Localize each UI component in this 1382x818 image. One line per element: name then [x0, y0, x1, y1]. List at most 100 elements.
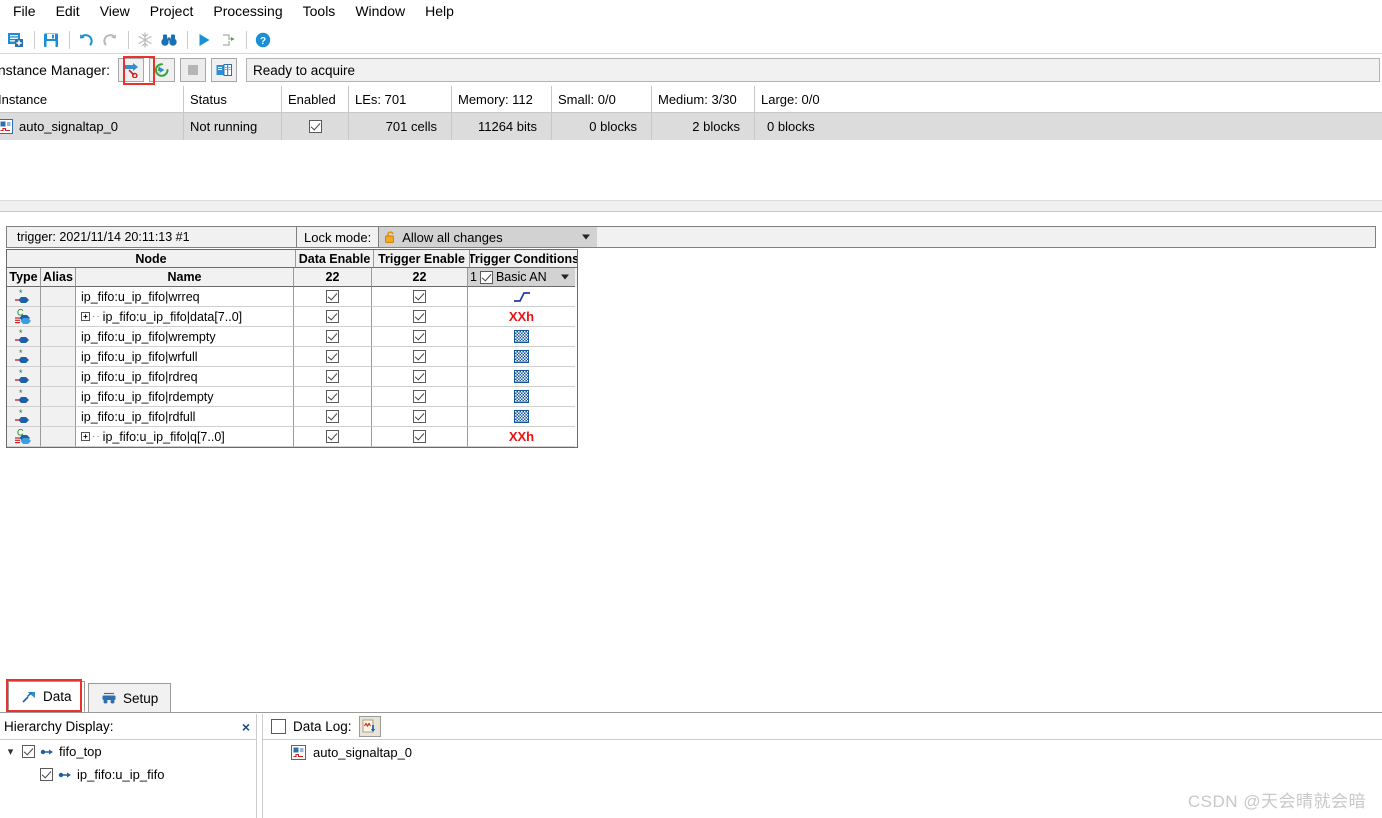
menu-item-tools[interactable]: Tools	[293, 1, 346, 21]
node-trigger-enable-cell[interactable]	[372, 347, 468, 367]
lock-mode-dropdown[interactable]: Allow all changes	[379, 227, 598, 247]
chevron-down-icon[interactable]: ▾	[4, 745, 17, 758]
table-row[interactable]: C + ·· ip_fifo:u_ip_fifo|q[7..0] XXh	[7, 427, 577, 447]
col-header-data-enable[interactable]: Data Enable	[296, 250, 374, 268]
data-enable-checkbox[interactable]	[326, 370, 339, 383]
data-enable-checkbox[interactable]	[326, 430, 339, 443]
condition-enable-checkbox[interactable]	[479, 270, 493, 284]
tab-setup[interactable]: Setup	[88, 683, 172, 712]
dont-care-icon[interactable]	[514, 390, 529, 403]
node-alias-cell[interactable]	[41, 327, 76, 347]
table-row[interactable]: * ip_fifo:u_ip_fifo|wrempty	[7, 327, 577, 347]
node-alias-cell[interactable]	[41, 347, 76, 367]
node-trigger-condition-cell[interactable]	[468, 287, 575, 307]
recompile-icon[interactable]	[217, 29, 239, 51]
col-header-node[interactable]: Node	[7, 250, 296, 268]
trigger-enable-checkbox[interactable]	[413, 370, 426, 383]
node-data-enable-cell[interactable]	[294, 407, 372, 427]
instance-enabled-cell[interactable]	[282, 113, 349, 140]
expand-icon[interactable]: +	[81, 312, 90, 321]
data-enable-checkbox[interactable]	[326, 390, 339, 403]
node-trigger-condition-cell[interactable]	[468, 327, 575, 347]
instance-name-cell[interactable]: auto_signaltap_0	[0, 113, 184, 140]
trigger-enable-checkbox[interactable]	[413, 410, 426, 423]
col-header-les[interactable]: LEs: 701	[349, 86, 452, 112]
col-header-name[interactable]: Name	[76, 268, 294, 287]
node-trigger-condition-cell[interactable]	[468, 367, 575, 387]
save-icon[interactable]	[40, 29, 62, 51]
chevron-down-icon[interactable]	[582, 234, 591, 240]
node-trigger-enable-cell[interactable]	[372, 367, 468, 387]
new-signaltap-file-icon[interactable]	[5, 29, 27, 51]
node-trigger-condition-cell[interactable]: XXh	[468, 427, 575, 447]
menu-item-project[interactable]: Project	[140, 1, 204, 21]
trigger-enable-checkbox[interactable]	[413, 290, 426, 303]
node-alias-cell[interactable]	[41, 367, 76, 387]
node-data-enable-cell[interactable]	[294, 327, 372, 347]
node-name-cell[interactable]: ip_fifo:u_ip_fifo|rdreq	[76, 367, 294, 387]
menu-item-window[interactable]: Window	[345, 1, 415, 21]
table-row[interactable]: * ip_fifo:u_ip_fifo|rdempty	[7, 387, 577, 407]
read-data-button[interactable]	[210, 58, 237, 82]
menu-item-view[interactable]: View	[90, 1, 140, 21]
list-item[interactable]: ▾ fifo_top	[0, 740, 256, 763]
trigger-enable-checkbox[interactable]	[413, 430, 426, 443]
run-analysis-icon[interactable]	[193, 29, 215, 51]
node-data-enable-cell[interactable]	[294, 427, 372, 447]
table-row[interactable]: * ip_fifo:u_ip_fifo|rdreq	[7, 367, 577, 387]
menu-item-processing[interactable]: Processing	[203, 1, 292, 21]
node-name-cell[interactable]: ip_fifo:u_ip_fifo|rdempty	[76, 387, 294, 407]
enabled-checkbox[interactable]	[308, 120, 322, 133]
dont-care-icon[interactable]	[514, 410, 529, 423]
tab-data[interactable]: Data	[8, 681, 85, 712]
node-trigger-enable-cell[interactable]	[372, 387, 468, 407]
list-item[interactable]: ip_fifo:u_ip_fifo	[0, 763, 256, 786]
node-data-enable-cell[interactable]	[294, 307, 372, 327]
node-name-cell[interactable]: ip_fifo:u_ip_fifo|rdfull	[76, 407, 294, 427]
trigger-enable-checkbox[interactable]	[413, 310, 426, 323]
node-data-enable-cell[interactable]	[294, 287, 372, 307]
trigger-enable-checkbox[interactable]	[413, 390, 426, 403]
table-row[interactable]: C + ·· ip_fifo:u_ip_fifo|data[7..0] XXh	[7, 307, 577, 327]
menu-item-edit[interactable]: Edit	[46, 1, 90, 21]
node-trigger-enable-cell[interactable]	[372, 407, 468, 427]
col-header-trigger-conditions[interactable]: Trigger Conditions	[470, 250, 577, 268]
table-row[interactable]: * ip_fifo:u_ip_fifo|wrfull	[7, 347, 577, 367]
col-header-small[interactable]: Small: 0/0	[552, 86, 652, 112]
col-header-status[interactable]: Status	[184, 86, 282, 112]
menu-item-help[interactable]: Help	[415, 1, 464, 21]
save-data-log-button[interactable]	[358, 716, 381, 737]
node-data-enable-cell[interactable]	[294, 387, 372, 407]
node-trigger-enable-cell[interactable]	[372, 307, 468, 327]
col-header-enabled[interactable]: Enabled	[282, 86, 349, 112]
node-alias-cell[interactable]	[41, 287, 76, 307]
data-log-checkbox[interactable]	[271, 719, 286, 734]
col-header-type[interactable]: Type	[7, 268, 41, 287]
node-alias-cell[interactable]	[41, 407, 76, 427]
autorun-analysis-button[interactable]	[148, 58, 175, 82]
table-row[interactable]: * ip_fifo:u_ip_fifo|wrreq	[7, 287, 577, 307]
node-alias-cell[interactable]	[41, 427, 76, 447]
node-trigger-condition-cell[interactable]	[468, 387, 575, 407]
node-trigger-enable-cell[interactable]	[372, 327, 468, 347]
node-data-enable-cell[interactable]	[294, 347, 372, 367]
dont-care-icon[interactable]	[514, 330, 529, 343]
node-trigger-enable-cell[interactable]	[372, 427, 468, 447]
hierarchy-checkbox[interactable]	[40, 768, 53, 781]
node-alias-cell[interactable]	[41, 307, 76, 327]
node-trigger-condition-cell[interactable]: XXh	[468, 307, 575, 327]
node-name-cell[interactable]: ip_fifo:u_ip_fifo|wrempty	[76, 327, 294, 347]
hex-value-label[interactable]: XXh	[509, 309, 534, 324]
find-icon[interactable]	[158, 29, 180, 51]
node-name-cell[interactable]: + ·· ip_fifo:u_ip_fifo|q[7..0]	[76, 427, 294, 447]
data-enable-checkbox[interactable]	[326, 290, 339, 303]
stop-analysis-button[interactable]	[179, 58, 206, 82]
rising-edge-icon[interactable]	[511, 290, 533, 304]
trigger-condition-selector[interactable]: 1 Basic AN	[468, 268, 575, 286]
close-icon[interactable]: ×	[242, 719, 250, 735]
data-enable-checkbox[interactable]	[326, 410, 339, 423]
col-header-medium[interactable]: Medium: 3/30	[652, 86, 755, 112]
node-trigger-enable-cell[interactable]	[372, 287, 468, 307]
dont-care-icon[interactable]	[514, 350, 529, 363]
table-row[interactable]: auto_signaltap_0 Not running 701 cells 1…	[0, 113, 1382, 140]
